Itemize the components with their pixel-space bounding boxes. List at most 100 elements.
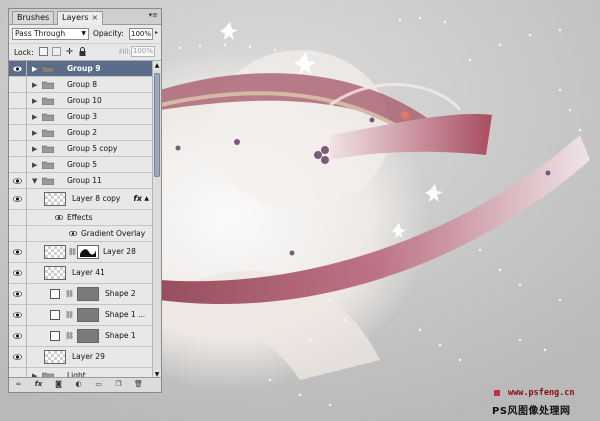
visibility-toggle[interactable] [9, 226, 27, 241]
expand-triangle-icon[interactable]: ▶ [32, 81, 37, 89]
link-icon[interactable]: ⛓ [68, 248, 77, 256]
visibility-toggle[interactable] [9, 109, 27, 124]
eye-icon [13, 333, 22, 339]
layers-panel: Brushes Layers × ▾≡ Pass Through ▼ Opacity… [8, 8, 162, 393]
folder-icon [42, 65, 54, 73]
visibility-toggle[interactable] [9, 326, 27, 346]
tab-layers[interactable]: Layers × [57, 11, 104, 25]
visibility-toggle[interactable] [9, 242, 27, 262]
visibility-toggle[interactable] [9, 157, 27, 172]
folder-icon [42, 97, 54, 105]
fill-label: Fill: [119, 48, 131, 56]
layers-list: ▶ Group 9 ▶ Group 8 ▶ Group 10 ▶ Group 3… [9, 61, 152, 379]
opacity-slider-arrow-icon[interactable]: ▸ [155, 29, 158, 36]
trash-icon[interactable]: 🗑 [133, 380, 144, 389]
vector-shape-icon [50, 310, 60, 320]
layer-row-group-9[interactable]: ▶ Group 9 [9, 61, 152, 77]
effects-label: Effects [67, 212, 93, 222]
opacity-field[interactable]: 100% [129, 28, 153, 40]
visibility-toggle[interactable] [9, 77, 27, 92]
eye-icon [13, 177, 22, 184]
vector-mask-thumbnail[interactable] [77, 329, 99, 343]
effect-row-gradient-overlay[interactable]: Gradient Overlay [9, 226, 152, 242]
fx-icon[interactable]: fx [33, 380, 44, 389]
lock-row: Lock: ✛ Fill: 100% [9, 44, 161, 61]
visibility-toggle[interactable] [9, 173, 27, 188]
visibility-toggle[interactable] [9, 61, 27, 76]
layer-row-shape-2[interactable]: ⛓ Shape 2 [9, 284, 152, 305]
layer-row-layer-41[interactable]: Layer 41 [9, 263, 152, 284]
lock-position-icon[interactable]: ✛ [65, 47, 74, 56]
effects-header-row[interactable]: Effects [9, 210, 152, 226]
effect-name: Gradient Overlay [81, 228, 146, 238]
layer-row-group-3[interactable]: ▶ Group 3 [9, 109, 152, 125]
visibility-toggle[interactable] [9, 347, 27, 367]
close-icon[interactable]: × [91, 13, 98, 22]
vector-mask-thumbnail[interactable] [77, 308, 99, 322]
vector-mask-thumbnail[interactable] [77, 287, 99, 301]
layers-scrollbar[interactable]: ▲ ▼ [152, 61, 161, 379]
link-icon[interactable]: ∞ [13, 380, 24, 389]
tab-brushes[interactable]: Brushes [12, 11, 55, 24]
layer-row-group-11[interactable]: ▼ Group 11 [9, 173, 152, 189]
eye-icon [13, 354, 22, 360]
chevron-down-icon[interactable]: ▲ [144, 195, 149, 202]
mask-icon[interactable]: ◙ [53, 380, 64, 389]
link-icon[interactable]: ⛓ [65, 311, 74, 319]
layer-row-shape-1-copy[interactable]: ⛓ Shape 1 ... [9, 305, 152, 326]
link-icon[interactable]: ⛓ [65, 290, 74, 298]
visibility-toggle[interactable] [9, 263, 27, 283]
layer-row-group-8[interactable]: ▶ Group 8 [9, 77, 152, 93]
visibility-toggle[interactable] [9, 189, 27, 209]
link-icon[interactable]: ⛓ [65, 332, 74, 340]
lock-transparency-icon[interactable] [39, 47, 48, 56]
layer-name: Shape 2 [105, 289, 136, 298]
layer-row-group-5[interactable]: ▶ Group 5 [9, 157, 152, 173]
eye-icon [13, 66, 22, 71]
expand-triangle-icon[interactable]: ▶ [32, 65, 37, 73]
visibility-toggle[interactable] [9, 284, 27, 304]
layer-name: Group 2 [67, 127, 97, 137]
layers-bottom-toolbar: ∞ fx ◙ ◐ ▭ ❐ 🗑 [9, 377, 161, 392]
folder-icon [42, 145, 54, 153]
scrollbar-thumb[interactable] [154, 73, 160, 177]
expand-triangle-icon[interactable]: ▶ [32, 145, 37, 153]
lock-all-icon[interactable] [78, 47, 87, 56]
layer-row-shape-1[interactable]: ⛓ Shape 1 [9, 326, 152, 347]
scroll-up-icon[interactable]: ▲ [153, 61, 161, 70]
lock-pixels-icon[interactable] [52, 47, 61, 56]
visibility-toggle[interactable] [9, 141, 27, 156]
visibility-toggle[interactable] [9, 125, 27, 140]
layer-name: Layer 28 [103, 247, 136, 256]
new-layer-icon[interactable]: ❐ [113, 380, 124, 389]
watermark-url: www.psfeng.cn [494, 388, 575, 398]
layer-row-layer-29[interactable]: Layer 29 [9, 347, 152, 368]
layer-row-group-5-copy[interactable]: ▶ Group 5 copy [9, 141, 152, 157]
folder-icon [42, 113, 54, 121]
adjustment-icon[interactable]: ◐ [73, 380, 84, 389]
visibility-toggle[interactable] [9, 305, 27, 325]
expand-triangle-icon[interactable]: ▶ [32, 161, 37, 169]
layer-row-group-10[interactable]: ▶ Group 10 [9, 93, 152, 109]
expand-triangle-icon[interactable]: ▶ [32, 97, 37, 105]
layer-name: Group 9 [67, 63, 101, 73]
fx-icon[interactable]: fx [133, 194, 142, 203]
eye-icon[interactable] [69, 230, 77, 236]
layer-row-group-2[interactable]: ▶ Group 2 [9, 125, 152, 141]
blend-mode-select[interactable]: Pass Through ▼ [12, 28, 89, 40]
layer-row-layer-28[interactable]: ⛓ Layer 28 [9, 242, 152, 263]
layer-thumbnail [44, 266, 66, 280]
layer-name: Shape 1 ... [105, 310, 146, 319]
layer-mask-thumbnail[interactable] [77, 245, 99, 259]
panel-menu-icon[interactable]: ▾≡ [149, 11, 158, 19]
visibility-toggle[interactable] [9, 93, 27, 108]
layer-row-layer-8-copy[interactable]: Layer 8 copy fx ▲ [9, 189, 152, 210]
layer-name: Group 10 [67, 95, 102, 105]
expand-triangle-icon[interactable]: ▶ [32, 113, 37, 121]
expand-triangle-icon[interactable]: ▶ [32, 129, 37, 137]
visibility-toggle[interactable] [9, 210, 27, 225]
collapse-triangle-icon[interactable]: ▼ [32, 177, 37, 185]
fill-field[interactable]: 100% [131, 46, 155, 57]
folder-icon[interactable]: ▭ [93, 380, 104, 389]
eye-icon[interactable] [55, 214, 63, 220]
